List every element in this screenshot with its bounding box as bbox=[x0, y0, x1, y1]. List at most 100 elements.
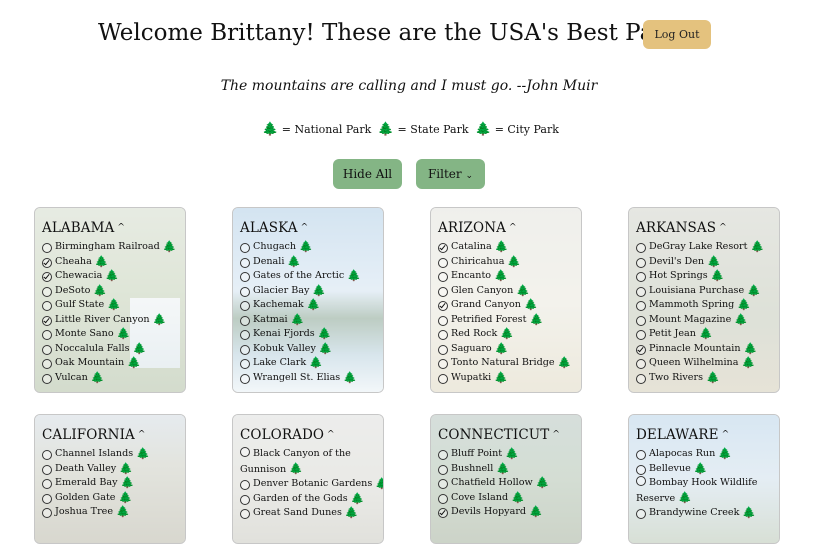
park-checkbox[interactable] bbox=[438, 257, 448, 268]
state-park-tree-icon: 🌲 bbox=[377, 122, 394, 137]
park-item: Lake Clark 🌲 bbox=[240, 356, 383, 371]
national-park-tree-icon: 🌲 bbox=[344, 506, 359, 519]
state-park-tree-icon: 🌲 bbox=[494, 240, 509, 253]
park-checkbox[interactable] bbox=[636, 286, 646, 297]
state-title[interactable]: ALABAMA ^ bbox=[42, 220, 185, 236]
park-checkbox[interactable] bbox=[240, 286, 250, 297]
hide-all-button[interactable]: Hide All bbox=[333, 159, 402, 189]
park-checkbox[interactable] bbox=[42, 286, 52, 297]
park-checkbox[interactable] bbox=[438, 315, 448, 326]
park-checkbox[interactable] bbox=[240, 509, 250, 519]
park-checkbox[interactable] bbox=[240, 344, 250, 355]
park-checkbox[interactable] bbox=[240, 373, 250, 384]
park-checkbox[interactable] bbox=[636, 257, 646, 268]
park-checkbox[interactable] bbox=[438, 508, 448, 518]
state-title[interactable]: CONNECTICUT ^ bbox=[438, 427, 581, 443]
park-checkbox[interactable] bbox=[240, 480, 250, 490]
park-checkbox[interactable] bbox=[438, 450, 448, 460]
park-checkbox[interactable] bbox=[240, 494, 250, 505]
park-name: Chugach bbox=[253, 241, 297, 252]
park-checkbox[interactable] bbox=[636, 315, 646, 326]
header: Welcome Brittany! These are the USA's Be… bbox=[0, 18, 814, 54]
chevron-up-icon[interactable]: ^ bbox=[117, 223, 125, 233]
logout-button[interactable]: Log Out bbox=[643, 20, 711, 49]
park-checkbox[interactable] bbox=[240, 301, 250, 311]
park-checkbox[interactable] bbox=[438, 243, 448, 253]
park-checkbox[interactable] bbox=[636, 450, 646, 460]
park-checkbox[interactable] bbox=[240, 257, 250, 268]
state-park-tree-icon: 🌲 bbox=[127, 356, 141, 369]
park-item: Channel Islands 🌲 bbox=[42, 447, 185, 462]
park-name: Chewacia bbox=[55, 270, 103, 281]
chevron-up-icon[interactable]: ^ bbox=[301, 223, 309, 233]
chevron-up-icon[interactable]: ^ bbox=[719, 223, 727, 233]
state-park-tree-icon: 🌲 bbox=[734, 312, 748, 326]
park-checkbox[interactable] bbox=[42, 493, 52, 504]
chevron-up-icon[interactable]: ^ bbox=[552, 430, 560, 440]
park-checkbox[interactable] bbox=[636, 359, 646, 369]
state-title[interactable]: ARIZONA ^ bbox=[438, 220, 581, 236]
park-checkbox[interactable] bbox=[636, 301, 646, 311]
park-checkbox[interactable] bbox=[42, 272, 52, 282]
state-title[interactable]: COLORADO ^ bbox=[240, 427, 383, 443]
park-name: Two Rivers bbox=[649, 371, 703, 383]
park-checkbox[interactable] bbox=[42, 450, 52, 460]
park-checkbox[interactable] bbox=[42, 359, 52, 369]
park-checkbox[interactable] bbox=[438, 286, 448, 297]
park-checkbox[interactable] bbox=[42, 344, 52, 355]
filter-button[interactable]: Filter ⌄ bbox=[416, 159, 485, 189]
park-item: Death Valley 🌲 bbox=[42, 462, 185, 477]
park-checkbox[interactable] bbox=[636, 476, 646, 486]
park-checkbox[interactable] bbox=[42, 257, 52, 268]
park-checkbox[interactable] bbox=[240, 330, 250, 340]
park-checkbox[interactable] bbox=[438, 344, 448, 355]
chevron-up-icon[interactable]: ^ bbox=[327, 430, 335, 440]
park-checkbox[interactable] bbox=[636, 272, 646, 282]
park-item: Bellevue 🌲 bbox=[636, 462, 779, 477]
park-checkbox[interactable] bbox=[42, 315, 52, 326]
park-checkbox[interactable] bbox=[438, 464, 448, 475]
park-checkbox[interactable] bbox=[438, 272, 448, 282]
park-checkbox[interactable] bbox=[240, 315, 250, 326]
chevron-up-icon[interactable]: ^ bbox=[722, 430, 730, 440]
park-checkbox[interactable] bbox=[636, 464, 646, 475]
park-checkbox[interactable] bbox=[42, 479, 52, 489]
park-checkbox[interactable] bbox=[42, 301, 52, 311]
park-checkbox[interactable] bbox=[438, 330, 448, 340]
park-checkbox[interactable] bbox=[240, 447, 250, 457]
park-name: Bombay Hook Wildlife Reserve bbox=[636, 477, 758, 504]
national-park-tree-icon: 🌲 bbox=[507, 254, 522, 268]
national-park-tree-icon: 🌲 bbox=[523, 298, 538, 311]
park-name: Lake Clark bbox=[253, 357, 307, 368]
chevron-up-icon[interactable]: ^ bbox=[138, 430, 146, 440]
park-name: Devil's Den bbox=[649, 255, 705, 267]
park-checkbox[interactable] bbox=[42, 464, 52, 475]
park-checkbox[interactable] bbox=[636, 243, 646, 253]
park-checkbox[interactable] bbox=[438, 301, 448, 311]
chevron-up-icon[interactable]: ^ bbox=[509, 223, 517, 233]
state-name: ARIZONA bbox=[438, 220, 506, 236]
park-checkbox[interactable] bbox=[42, 373, 52, 384]
park-checkbox[interactable] bbox=[42, 330, 52, 340]
park-checkbox[interactable] bbox=[438, 493, 448, 504]
state-title[interactable]: ALASKA ^ bbox=[240, 220, 383, 236]
park-name: DeGray Lake Resort bbox=[649, 241, 748, 252]
park-checkbox[interactable] bbox=[42, 243, 52, 253]
park-checkbox[interactable] bbox=[42, 508, 52, 518]
park-checkbox[interactable] bbox=[636, 373, 646, 384]
park-checkbox[interactable] bbox=[240, 272, 250, 282]
park-checkbox[interactable] bbox=[240, 243, 250, 253]
park-checkbox[interactable] bbox=[636, 330, 646, 340]
park-checkbox[interactable] bbox=[438, 373, 448, 384]
park-name: Chatfield Hollow bbox=[451, 477, 533, 488]
park-checkbox[interactable] bbox=[240, 359, 250, 369]
state-name: ARKANSAS bbox=[636, 220, 717, 236]
state-title[interactable]: DELAWARE ^ bbox=[636, 427, 779, 443]
national-park-tree-icon: 🌲 bbox=[343, 370, 357, 384]
park-checkbox[interactable] bbox=[438, 359, 448, 369]
state-title[interactable]: ARKANSAS ^ bbox=[636, 220, 779, 236]
park-checkbox[interactable] bbox=[636, 344, 646, 355]
park-checkbox[interactable] bbox=[636, 509, 646, 519]
state-title[interactable]: CALIFORNIA ^ bbox=[42, 427, 185, 443]
park-checkbox[interactable] bbox=[438, 479, 448, 489]
